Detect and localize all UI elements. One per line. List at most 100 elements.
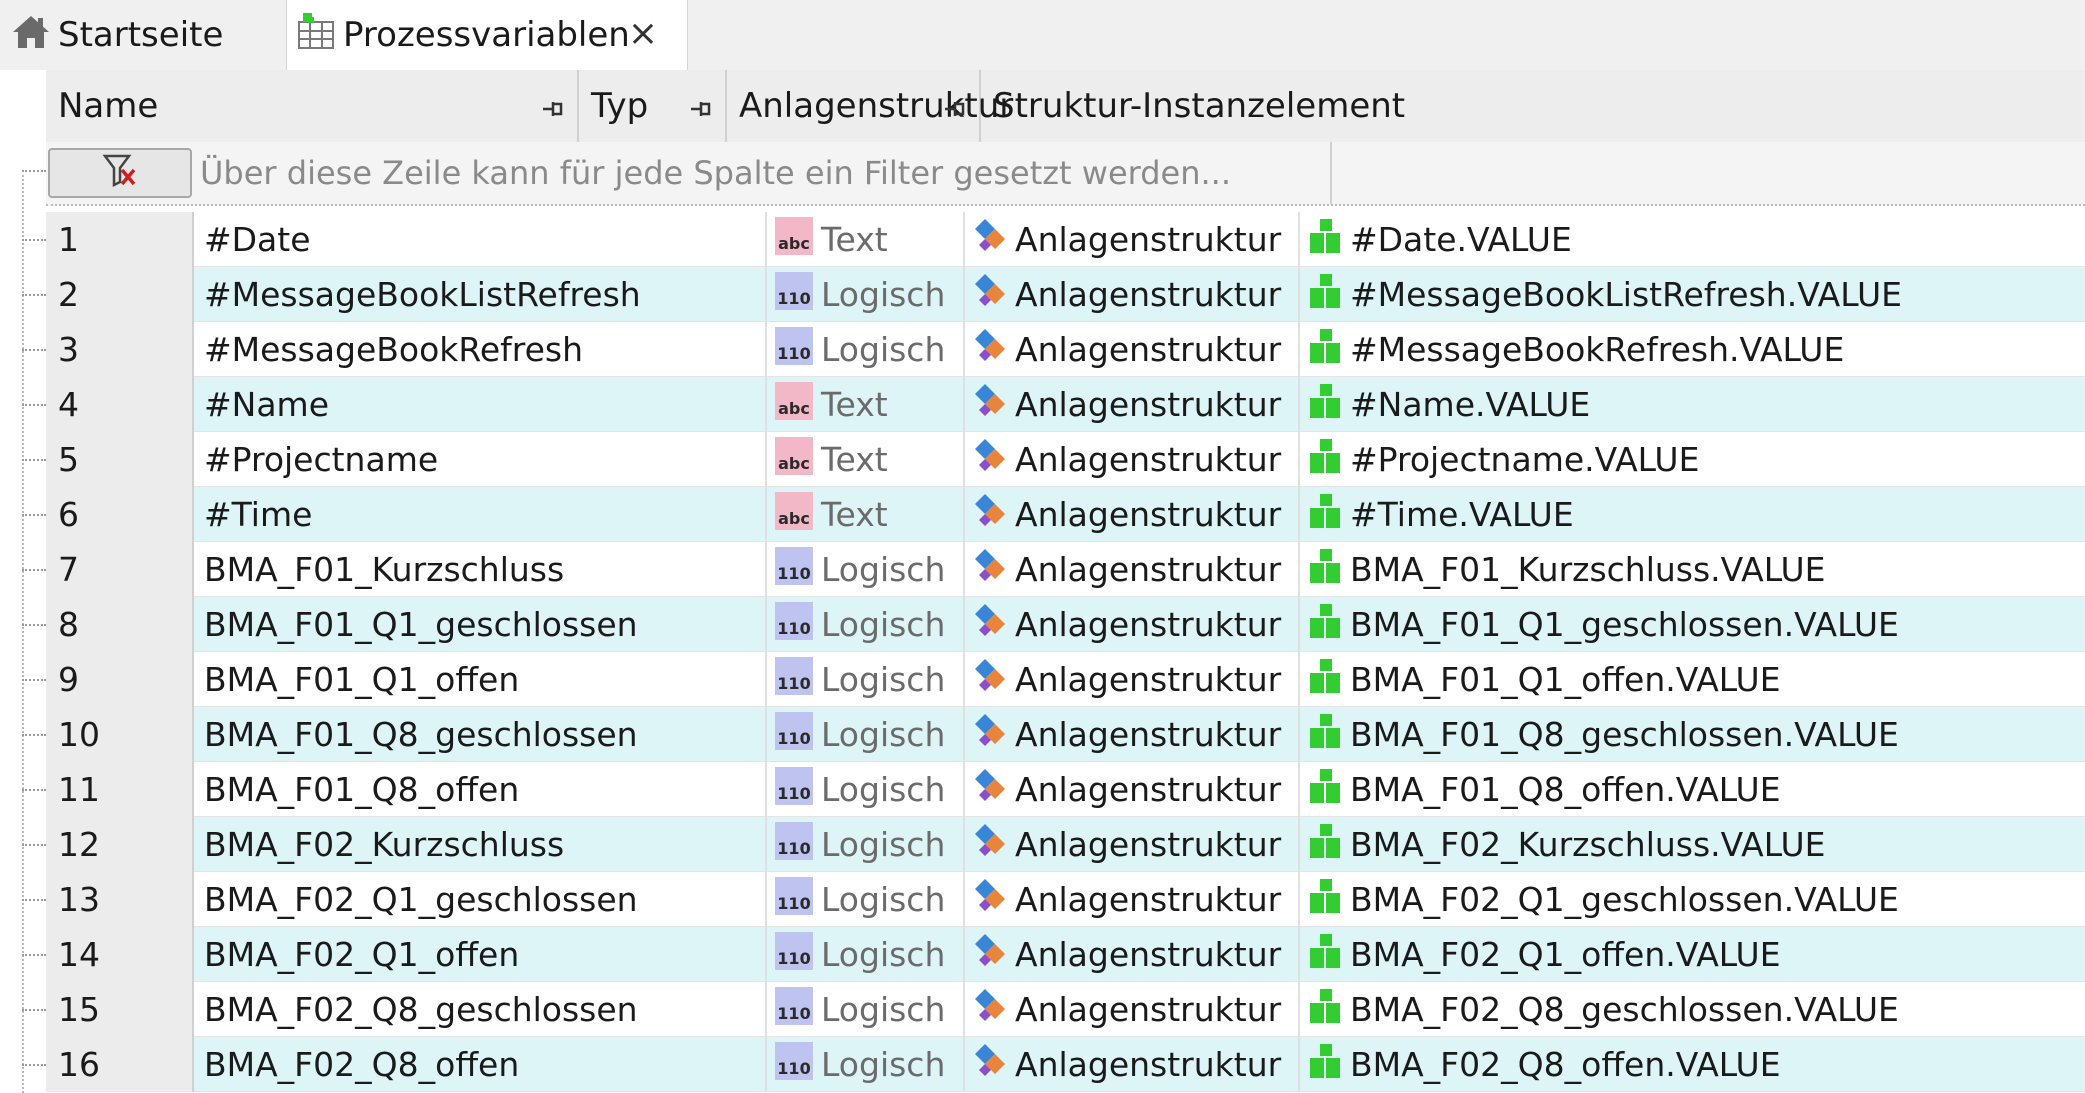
- typ-cell[interactable]: 110 Logisch: [767, 762, 965, 817]
- anlagenstruktur-cell[interactable]: Anlagenstruktur: [965, 817, 1300, 872]
- struktur-instanzelement-cell[interactable]: #MessageBookListRefresh.VALUE: [1300, 267, 2085, 322]
- struktur-instanzelement-cell[interactable]: BMA_F02_Kurzschluss.VALUE: [1300, 817, 2085, 872]
- table-row[interactable]: 14 BMA_F02_Q1_offen 110 Logisch Anlagens…: [46, 927, 2085, 982]
- struktur-instanzelement-cell[interactable]: #Projectname.VALUE: [1300, 432, 2085, 487]
- typ-label: Logisch: [821, 990, 946, 1029]
- anlagenstruktur-cell[interactable]: Anlagenstruktur: [965, 377, 1300, 432]
- anlagenstruktur-cell[interactable]: Anlagenstruktur: [965, 212, 1300, 267]
- struktur-instanzelement-cell[interactable]: BMA_F01_Q1_offen.VALUE: [1300, 652, 2085, 707]
- instance-element-icon: [1306, 217, 1344, 263]
- table-row[interactable]: 5 #Projectname abc Text Anlagenstruktur: [46, 432, 2085, 487]
- pin-icon[interactable]: [539, 92, 567, 120]
- struktur-instanzelement-cell[interactable]: BMA_F02_Q1_offen.VALUE: [1300, 927, 2085, 982]
- name-cell[interactable]: BMA_F02_Q8_geschlossen: [194, 982, 767, 1037]
- table-row[interactable]: 2 #MessageBookListRefresh 110 Logisch An…: [46, 267, 2085, 322]
- typ-cell[interactable]: 110 Logisch: [767, 707, 965, 762]
- tab-startseite[interactable]: Startseite: [10, 0, 280, 70]
- anlagenstruktur-cell[interactable]: Anlagenstruktur: [965, 542, 1300, 597]
- struktur-instanzelement-cell[interactable]: BMA_F02_Q8_offen.VALUE: [1300, 1037, 2085, 1092]
- name-cell[interactable]: #Date: [194, 212, 767, 267]
- name-cell[interactable]: BMA_F02_Q8_offen: [194, 1037, 767, 1092]
- table-row[interactable]: 1 #Date abc Text Anlagenstruktur #Date.V…: [46, 212, 2085, 267]
- typ-cell[interactable]: 110 Logisch: [767, 267, 965, 322]
- name-cell[interactable]: BMA_F02_Kurzschluss: [194, 817, 767, 872]
- typ-cell[interactable]: abc Text: [767, 377, 965, 432]
- name-cell[interactable]: BMA_F01_Q8_offen: [194, 762, 767, 817]
- table-row[interactable]: 10 BMA_F01_Q8_geschlossen 110 Logisch An…: [46, 707, 2085, 762]
- struktur-instanzelement-cell[interactable]: BMA_F01_Q1_geschlossen.VALUE: [1300, 597, 2085, 652]
- typ-cell[interactable]: 110 Logisch: [767, 817, 965, 872]
- typ-label: Logisch: [821, 605, 946, 644]
- anlagenstruktur-cell[interactable]: Anlagenstruktur: [965, 927, 1300, 982]
- name-cell[interactable]: BMA_F02_Q1_geschlossen: [194, 872, 767, 927]
- table-row[interactable]: 15 BMA_F02_Q8_geschlossen 110 Logisch An…: [46, 982, 2085, 1037]
- typ-cell[interactable]: 110 Logisch: [767, 927, 965, 982]
- anlagenstruktur-cell[interactable]: Anlagenstruktur: [965, 1037, 1300, 1092]
- anlagenstruktur-cell[interactable]: Anlagenstruktur: [965, 597, 1300, 652]
- clear-filter-button[interactable]: [48, 148, 192, 198]
- struktur-instanzelement-cell[interactable]: #Name.VALUE: [1300, 377, 2085, 432]
- column-header-name[interactable]: Name: [46, 70, 579, 142]
- typ-label: Logisch: [821, 880, 946, 919]
- name-cell[interactable]: BMA_F01_Q8_geschlossen: [194, 707, 767, 762]
- anlagenstruktur-cell[interactable]: Anlagenstruktur: [965, 652, 1300, 707]
- struktur-instanzelement-cell[interactable]: BMA_F02_Q1_geschlossen.VALUE: [1300, 872, 2085, 927]
- table-row[interactable]: 3 #MessageBookRefresh 110 Logisch Anlage…: [46, 322, 2085, 377]
- column-header-anlagenstruktur[interactable]: Anlagenstruktur: [727, 70, 1013, 142]
- typ-cell[interactable]: abc Text: [767, 212, 965, 267]
- typ-cell[interactable]: abc Text: [767, 487, 965, 542]
- typ-cell[interactable]: 110 Logisch: [767, 542, 965, 597]
- anlagenstruktur-cell[interactable]: Anlagenstruktur: [965, 872, 1300, 927]
- table-row[interactable]: 11 BMA_F01_Q8_offen 110 Logisch Anlagens…: [46, 762, 2085, 817]
- name-cell[interactable]: BMA_F02_Q1_offen: [194, 927, 767, 982]
- table-row[interactable]: 4 #Name abc Text Anlagenstruktur #Name.V…: [46, 377, 2085, 432]
- struktur-instanzelement-cell[interactable]: BMA_F01_Q8_geschlossen.VALUE: [1300, 707, 2085, 762]
- anlagenstruktur-cell[interactable]: Anlagenstruktur: [965, 982, 1300, 1037]
- name-cell[interactable]: #Time: [194, 487, 767, 542]
- table-row[interactable]: 9 BMA_F01_Q1_offen 110 Logisch Anlagenst…: [46, 652, 2085, 707]
- name-cell[interactable]: #MessageBookRefresh: [194, 322, 767, 377]
- struktur-instanzelement-cell[interactable]: #Time.VALUE: [1300, 487, 2085, 542]
- tab-prozessvariablen[interactable]: Prozessvariablen ×: [286, 0, 688, 70]
- struktur-instanzelement-cell[interactable]: BMA_F01_Kurzschluss.VALUE: [1300, 542, 2085, 597]
- table-row[interactable]: 6 #Time abc Text Anlagenstruktur #Time.V…: [46, 487, 2085, 542]
- anlagenstruktur-cell[interactable]: Anlagenstruktur: [965, 432, 1300, 487]
- struktur-instanzelement-cell[interactable]: BMA_F01_Q8_offen.VALUE: [1300, 762, 2085, 817]
- name-cell[interactable]: BMA_F01_Q1_geschlossen: [194, 597, 767, 652]
- table-row[interactable]: 13 BMA_F02_Q1_geschlossen 110 Logisch An…: [46, 872, 2085, 927]
- typ-cell[interactable]: 110 Logisch: [767, 322, 965, 377]
- pin-icon[interactable]: [941, 92, 969, 120]
- anlagenstruktur-cell[interactable]: Anlagenstruktur: [965, 707, 1300, 762]
- name-cell[interactable]: #MessageBookListRefresh: [194, 267, 767, 322]
- instanzelement-label: BMA_F02_Q1_offen.VALUE: [1350, 935, 1781, 974]
- column-header-typ[interactable]: Typ: [579, 70, 727, 142]
- struktur-instanzelement-cell[interactable]: #MessageBookRefresh.VALUE: [1300, 322, 2085, 377]
- table-row[interactable]: 16 BMA_F02_Q8_offen 110 Logisch Anlagens…: [46, 1037, 2085, 1092]
- typ-cell[interactable]: 110 Logisch: [767, 1037, 965, 1092]
- name-cell[interactable]: BMA_F01_Q1_offen: [194, 652, 767, 707]
- struktur-instanzelement-cell[interactable]: #Date.VALUE: [1300, 212, 2085, 267]
- table-row[interactable]: 7 BMA_F01_Kurzschluss 110 Logisch Anlage…: [46, 542, 2085, 597]
- anlagenstruktur-cell[interactable]: Anlagenstruktur: [965, 762, 1300, 817]
- table-row[interactable]: 12 BMA_F02_Kurzschluss 110 Logisch Anlag…: [46, 817, 2085, 872]
- table-row[interactable]: 8 BMA_F01_Q1_geschlossen 110 Logisch Anl…: [46, 597, 2085, 652]
- anlagenstruktur-cell[interactable]: Anlagenstruktur: [965, 322, 1300, 377]
- typ-cell[interactable]: 110 Logisch: [767, 652, 965, 707]
- pin-icon[interactable]: [687, 92, 715, 120]
- column-header-struktur-instanzelement[interactable]: Struktur-Instanzelement: [981, 70, 2085, 142]
- close-icon[interactable]: ×: [625, 16, 661, 52]
- typ-cell[interactable]: 110 Logisch: [767, 597, 965, 652]
- anlagenstruktur-cell[interactable]: Anlagenstruktur: [965, 487, 1300, 542]
- row-number: 4: [46, 377, 194, 432]
- filter-cell-instanzelement[interactable]: [1348, 142, 2085, 204]
- name-cell[interactable]: BMA_F01_Kurzschluss: [194, 542, 767, 597]
- typ-cell[interactable]: 110 Logisch: [767, 982, 965, 1037]
- struktur-instanzelement-cell[interactable]: BMA_F02_Q8_geschlossen.VALUE: [1300, 982, 2085, 1037]
- plant-structure-icon: [971, 987, 1009, 1033]
- name-cell[interactable]: #Projectname: [194, 432, 767, 487]
- typ-cell[interactable]: abc Text: [767, 432, 965, 487]
- anlagenstruktur-cell[interactable]: Anlagenstruktur: [965, 267, 1300, 322]
- name-cell[interactable]: #Name: [194, 377, 767, 432]
- typ-cell[interactable]: 110 Logisch: [767, 872, 965, 927]
- filter-hint[interactable]: Über diese Zeile kann für jede Spalte ei…: [200, 142, 1332, 204]
